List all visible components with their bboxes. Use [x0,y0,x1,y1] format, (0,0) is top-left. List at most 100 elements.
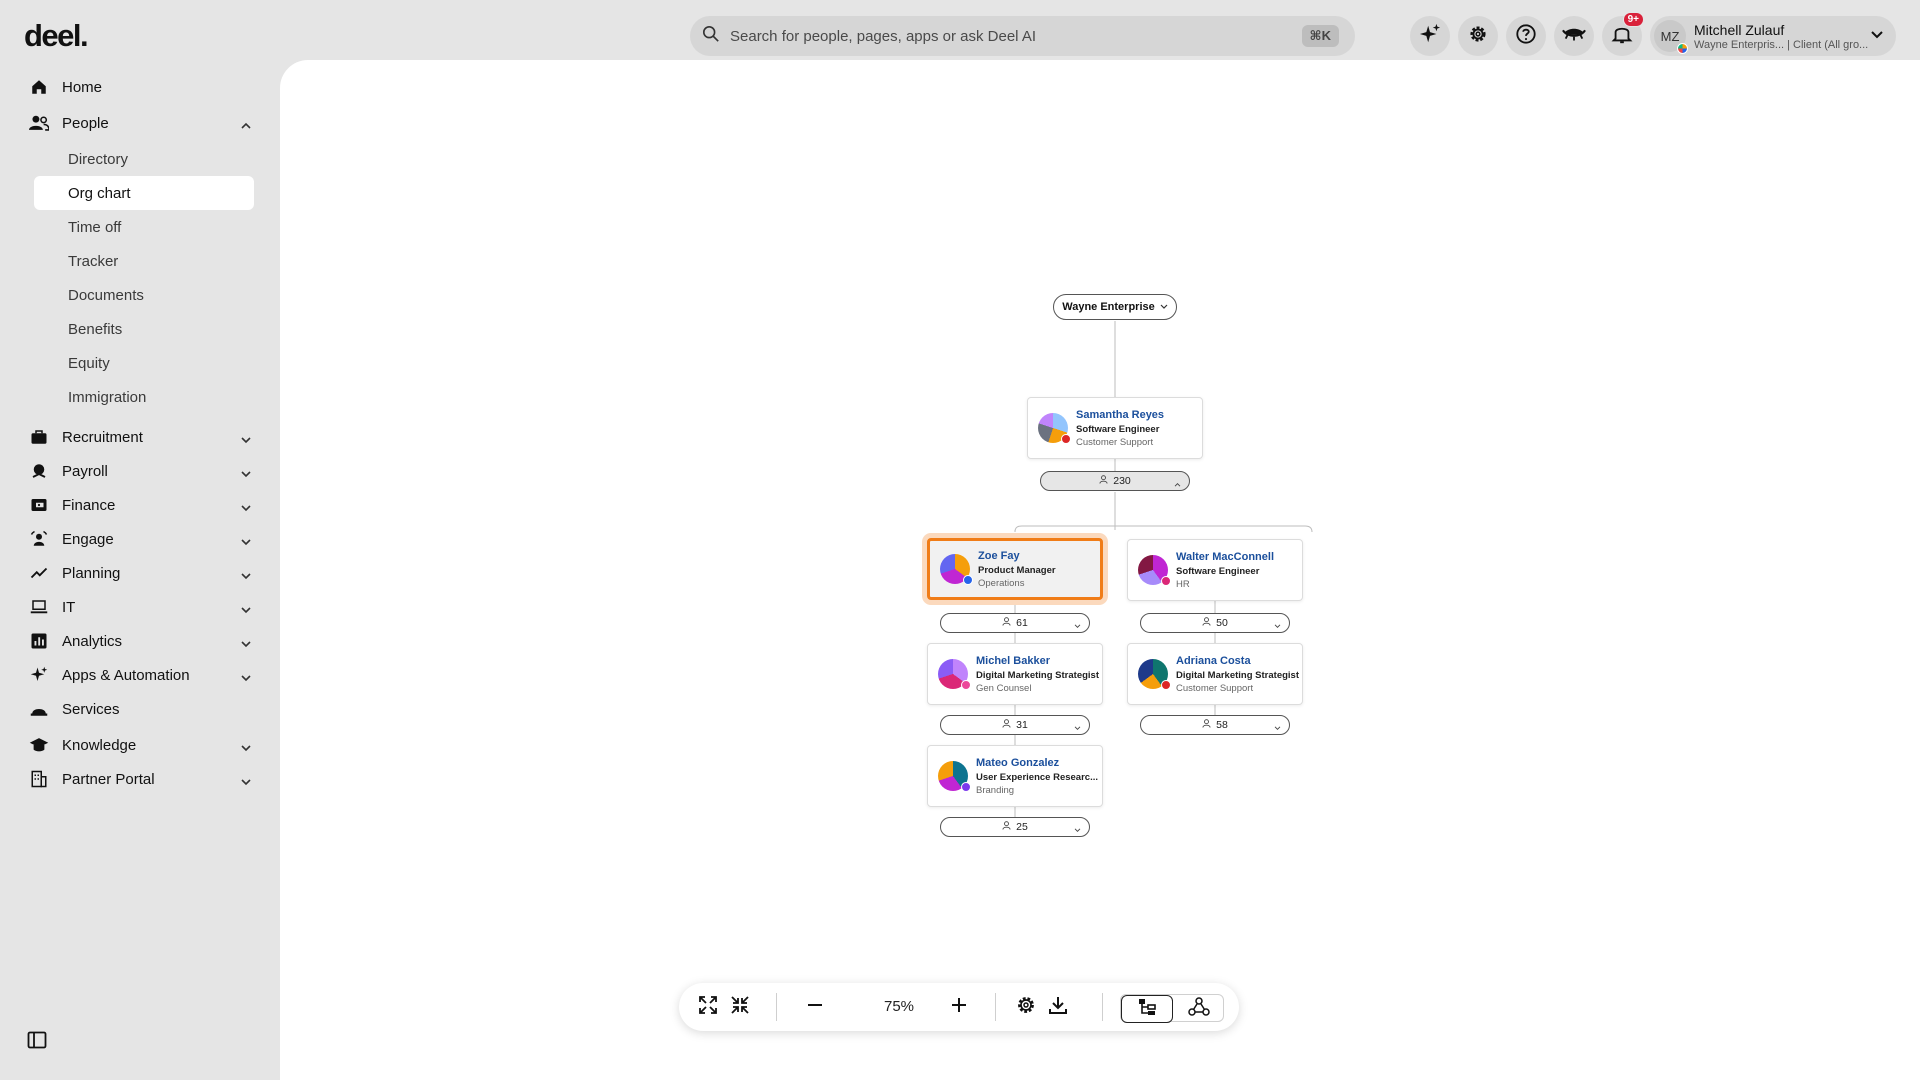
chart-settings-button[interactable] [1012,993,1040,1021]
zoom-in-button[interactable] [945,993,973,1021]
chevron-down-icon [240,465,252,482]
person-name[interactable]: Zoe Fay [978,550,1056,562]
expand-all-button[interactable] [694,993,722,1021]
main-nav: Home People Directory Org chart Time off… [26,70,266,796]
network-view-icon [1188,996,1210,1022]
nav-analytics[interactable]: Analytics [26,624,266,658]
nav-sub-documents[interactable]: Documents [34,278,254,312]
privacy-mode-button[interactable] [1554,16,1594,56]
chevron-down-icon [240,739,252,756]
nav-sub-tracker[interactable]: Tracker [34,244,254,278]
ai-sparkle-button[interactable] [1410,16,1450,56]
user-menu[interactable]: MZ Mitchell Zulauf Wayne Enterpris... | … [1650,16,1896,56]
service-bell-icon [28,698,50,720]
briefcase-icon [28,426,50,448]
reports-count-toggle[interactable]: 58 [1140,715,1290,735]
nav-services[interactable]: Services [26,692,266,726]
company-selector[interactable]: Wayne Enterprise [1053,294,1177,320]
collapse-icon [730,995,750,1020]
nav-engage-label: Engage [62,530,114,548]
avatar [1138,659,1171,690]
nav-home[interactable]: Home [26,70,266,104]
org-card-michel-bakker[interactable]: Michel Bakker Digital Marketing Strategi… [927,643,1103,705]
toolbar-divider [776,993,777,1021]
person-name[interactable]: Mateo Gonzalez [976,757,1098,769]
expand-icon [698,995,718,1020]
nav-recruitment[interactable]: Recruitment [26,420,266,454]
org-card-zoe-fay[interactable]: Zoe Fay Product Manager Operations [927,538,1103,600]
nav-sub-directory[interactable]: Directory [34,142,254,176]
chevron-down-icon [1274,620,1281,632]
collapse-all-button[interactable] [726,993,754,1021]
search-input[interactable] [730,27,1290,45]
nav-partner-label: Partner Portal [62,770,155,788]
reports-count-toggle[interactable]: 61 [940,613,1090,633]
nav-apps-label: Apps & Automation [62,666,190,684]
user-org-subtitle: Wayne Enterpris... | Client (All gro... [1694,38,1869,51]
org-card-walter-macconnell[interactable]: Walter MacConnell Software Engineer HR [1127,539,1303,601]
global-search[interactable]: ⌘K [690,16,1355,56]
reports-count: 31 [1016,719,1028,731]
nav-sub-benefits[interactable]: Benefits [34,312,254,346]
person-icon [1202,617,1211,629]
person-name[interactable]: Adriana Costa [1176,655,1299,667]
help-button[interactable] [1506,16,1546,56]
person-name[interactable]: Walter MacConnell [1176,551,1274,563]
tree-view-option[interactable] [1121,995,1173,1023]
nav-people[interactable]: People [26,106,266,140]
sparkle-icon [1419,23,1441,50]
nav-finance[interactable]: Finance [26,488,266,522]
nav-finance-label: Finance [62,496,116,514]
org-card-root[interactable]: Samantha Reyes Software Engineer Custome… [1027,397,1203,459]
wallet-icon [28,494,50,516]
nav-apps-automation[interactable]: Apps & Automation [26,658,266,692]
nav-sub-org-chart[interactable]: Org chart [34,176,254,210]
deel-logo[interactable]: deel. [24,18,89,54]
person-name[interactable]: Michel Bakker [976,655,1099,667]
chevron-down-icon [240,669,252,686]
nav-engage[interactable]: Engage [26,522,266,556]
zoom-out-button[interactable] [801,993,829,1021]
nav-planning[interactable]: Planning [26,556,266,590]
reports-count: 50 [1216,617,1228,629]
person-department: Operations [978,577,1025,589]
download-button[interactable] [1044,993,1072,1021]
nav-payroll[interactable]: Payroll [26,454,266,488]
nav-it-label: IT [62,598,76,616]
org-chart-canvas[interactable]: Wayne Enterprise Samantha Reyes Software… [280,60,1920,1080]
reports-count-toggle[interactable]: 50 [1140,613,1290,633]
nav-partner-portal[interactable]: Partner Portal [26,762,266,796]
chevron-down-icon [240,567,252,584]
reports-count-toggle[interactable]: 230 [1040,471,1190,491]
chevron-down-icon [240,499,252,516]
chevron-down-icon [1074,722,1081,734]
avatar [1138,555,1171,586]
chevron-down-icon [240,635,252,652]
person-department: HR [1176,578,1190,590]
person-icon [1002,617,1011,629]
settings-button[interactable] [1458,16,1498,56]
nav-sub-equity[interactable]: Equity [34,346,254,380]
org-card-mateo-gonzalez[interactable]: Mateo Gonzalez User Experience Researc..… [927,745,1103,807]
chevron-down-icon [240,533,252,550]
person-department: Branding [976,784,1015,796]
nav-sub-immigration[interactable]: Immigration [34,380,254,414]
avatar-status-dot [961,680,971,690]
search-icon [702,25,720,48]
org-card-adriana-costa[interactable]: Adriana Costa Digital Marketing Strategi… [1127,643,1303,705]
notifications-button[interactable]: 9+ [1602,12,1644,56]
nav-knowledge[interactable]: Knowledge [26,728,266,762]
reports-count-toggle[interactable]: 31 [940,715,1090,735]
nav-sub-time-off[interactable]: Time off [34,210,254,244]
avatar [1038,413,1071,444]
zoom-level: 75% [883,998,915,1015]
sidebar-collapse-icon[interactable] [27,1030,47,1050]
network-view-option[interactable] [1173,995,1225,1023]
view-mode-toggle [1120,994,1225,1023]
person-name[interactable]: Samantha Reyes [1076,409,1164,421]
nav-it[interactable]: IT [26,590,266,624]
engage-icon [28,528,50,550]
reports-count-toggle[interactable]: 25 [940,817,1090,837]
nav-knowledge-label: Knowledge [62,736,137,754]
download-icon [1048,995,1068,1020]
